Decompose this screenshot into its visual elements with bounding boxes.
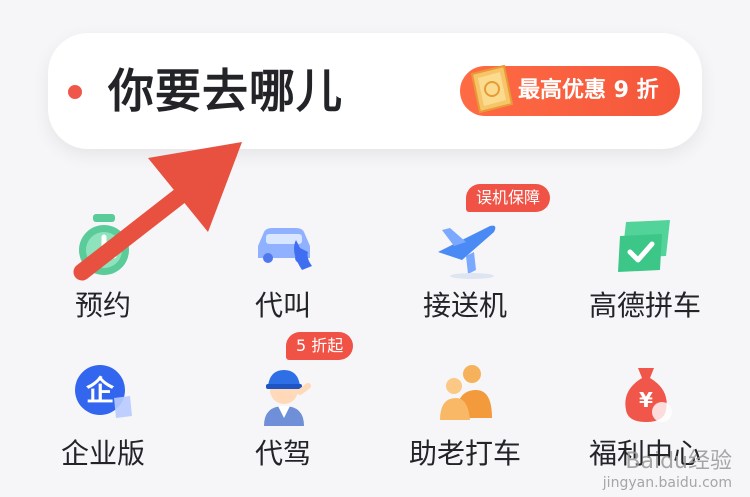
service-label: 企业版 bbox=[60, 437, 145, 470]
alarm-clock-icon bbox=[79, 214, 129, 275]
watermark-url: jingyan.baidu.com bbox=[602, 475, 732, 491]
elderly-people-icon bbox=[440, 365, 492, 420]
service-label: 代叫 bbox=[254, 289, 311, 322]
service-item-elderly-ride[interactable]: 助老打车 bbox=[372, 354, 558, 494]
car-phone-icon bbox=[258, 228, 312, 270]
airplane-icon bbox=[438, 225, 496, 279]
service-item-enterprise[interactable]: 企 企业版 bbox=[10, 354, 196, 494]
service-item-carpool[interactable]: 高德拼车 bbox=[552, 206, 738, 346]
destination-input[interactable]: 你要去哪儿 bbox=[108, 61, 343, 121]
service-item-reserve[interactable]: 预约 bbox=[10, 206, 196, 346]
service-label: 助老打车 bbox=[408, 437, 521, 470]
svg-text:¥: ¥ bbox=[639, 388, 653, 412]
promo-badge-button[interactable]: 最高优惠 9 折 bbox=[460, 64, 680, 116]
coupon-ticket-icon bbox=[470, 64, 514, 114]
service-item-call-for-others[interactable]: 代叫 bbox=[190, 206, 376, 346]
svg-text:企: 企 bbox=[86, 374, 115, 407]
service-item-airport-transfer[interactable]: 接送机 误机保障 bbox=[372, 184, 558, 346]
watermark-text: Baidu经验 bbox=[625, 449, 732, 474]
service-label: 接送机 bbox=[422, 289, 507, 322]
service-item-designated-driver[interactable]: 代驾 5 折起 bbox=[190, 332, 376, 494]
promo-label: 最高优惠 9 折 bbox=[518, 78, 659, 103]
service-label: 高德拼车 bbox=[588, 289, 701, 322]
baidu-jingyan-watermark: Baidu经验 jingyan.baidu.com bbox=[603, 449, 732, 491]
service-label: 预约 bbox=[74, 289, 131, 322]
location-dot-icon bbox=[68, 85, 82, 99]
money-bag-icon: ¥ bbox=[625, 368, 672, 422]
discount-badge: 5 折起 bbox=[286, 332, 354, 360]
guarantee-badge: 误机保障 bbox=[466, 184, 551, 212]
destination-search-bar[interactable]: 你要去哪儿 最高优惠 9 折 bbox=[48, 33, 702, 149]
driver-icon bbox=[264, 370, 311, 426]
enterprise-icon: 企 bbox=[75, 365, 132, 418]
service-label: 代驾 bbox=[254, 437, 311, 470]
carpool-tickets-icon bbox=[618, 220, 670, 272]
